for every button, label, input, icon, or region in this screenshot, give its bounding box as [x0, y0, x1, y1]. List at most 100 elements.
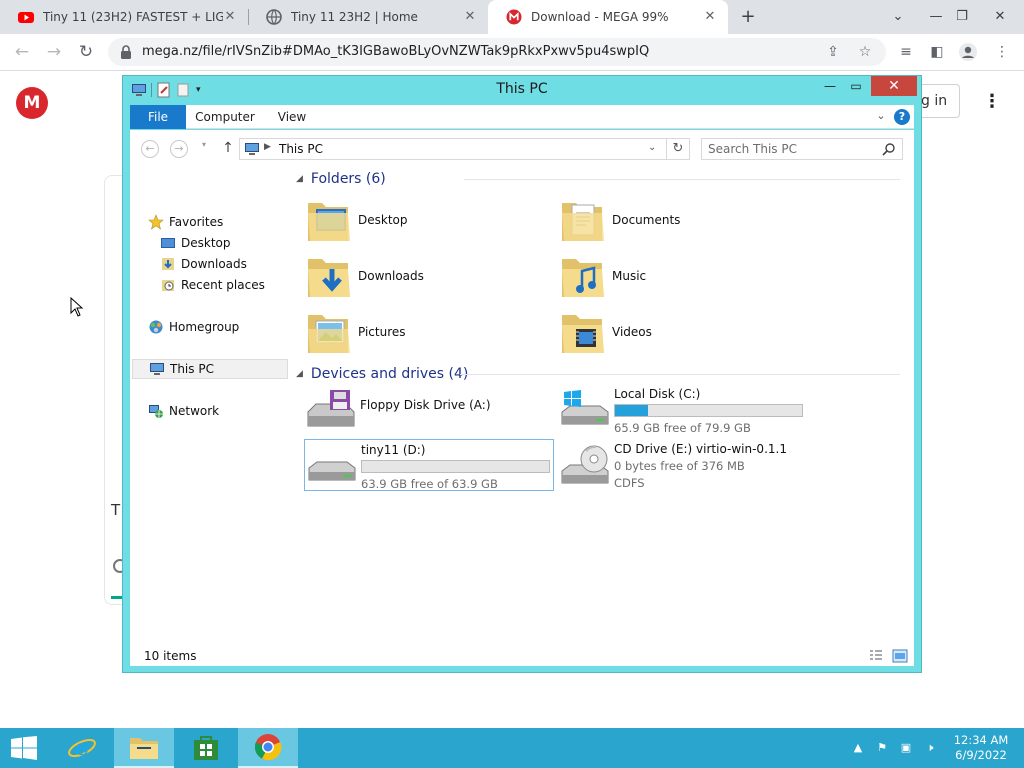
- media-queue-icon[interactable]: ≡: [896, 42, 916, 62]
- close-icon[interactable]: ✕: [462, 9, 478, 25]
- expand-ribbon-chevron-icon[interactable]: ⌄: [874, 109, 888, 123]
- drive-floppy-a[interactable]: Floppy Disk Drive (A:): [304, 384, 554, 436]
- youtube-icon: [18, 12, 34, 23]
- chrome-taskbar-button[interactable]: [238, 728, 298, 768]
- system-clock[interactable]: 12:34 AM 6/9/2022: [952, 733, 1010, 763]
- search-icon[interactable]: [882, 142, 896, 156]
- drive-local-c[interactable]: Local Disk (C:) 65.9 GB free of 79.9 GB: [558, 384, 812, 436]
- browser-toolbar: ← → ↻ mega.nz/file/rIVSnZib#DMAo_tK3IGBa…: [0, 34, 1024, 71]
- nav-this-pc[interactable]: This PC: [132, 359, 288, 379]
- folder-music[interactable]: Music: [560, 248, 646, 304]
- network-status-icon[interactable]: ▣: [898, 740, 914, 756]
- side-panel-icon[interactable]: ◧: [927, 42, 947, 62]
- back-arrow-icon[interactable]: ←: [10, 40, 34, 64]
- collapse-triangle-icon[interactable]: ◢: [296, 174, 303, 184]
- internet-explorer-taskbar-button[interactable]: e: [52, 728, 112, 768]
- chrome-menu-icon[interactable]: ⋮: [992, 42, 1012, 62]
- hard-drive-icon: [308, 461, 356, 481]
- nav-desktop[interactable]: Desktop: [160, 233, 231, 253]
- up-arrow-icon[interactable]: ↑: [220, 139, 236, 157]
- tab-tiny11-home[interactable]: Tiny 11 23H2 | Home ✕: [248, 0, 488, 34]
- recent-locations-chevron-icon[interactable]: ▾: [202, 140, 206, 149]
- address-bar[interactable]: mega.nz/file/rIVSnZib#DMAo_tK3IGBawoBLyO…: [108, 38, 886, 66]
- new-tab-button[interactable]: +: [738, 7, 758, 27]
- folder-downloads[interactable]: Downloads: [306, 248, 424, 304]
- nav-homegroup[interactable]: Homegroup: [148, 317, 239, 337]
- close-icon[interactable]: ✕: [222, 9, 238, 25]
- mega-logo[interactable]: M: [16, 87, 48, 119]
- tab-search-chevron-icon[interactable]: ⌄: [882, 0, 914, 34]
- content-pane: ◢ Folders (6) Desktop Documents Download…: [296, 168, 912, 646]
- refresh-icon[interactable]: ↻: [666, 138, 690, 160]
- downloads-folder-icon: [308, 259, 350, 297]
- close-icon[interactable]: ✕: [871, 76, 917, 96]
- share-icon[interactable]: ⇪: [824, 43, 842, 61]
- restore-icon[interactable]: ❐: [946, 0, 978, 34]
- drive-tiny11-d[interactable]: tiny11 (D:) 63.9 GB free of 63.9 GB: [304, 439, 554, 491]
- close-icon[interactable]: ✕: [702, 9, 718, 25]
- folder-pictures[interactable]: Pictures: [306, 304, 406, 360]
- folder-documents[interactable]: Documents: [560, 192, 680, 248]
- tab-title: Download - MEGA 99%: [531, 10, 669, 24]
- breadcrumb-this-pc[interactable]: This PC: [279, 142, 323, 156]
- devices-group-header[interactable]: ◢ Devices and drives (4): [296, 363, 906, 385]
- nav-recent-places[interactable]: Recent places: [160, 275, 265, 295]
- breadcrumb-chevron-icon[interactable]: ▶: [264, 142, 271, 152]
- back-arrow-icon[interactable]: ←: [141, 140, 159, 158]
- reload-icon[interactable]: ↻: [74, 40, 98, 64]
- forward-arrow-icon[interactable]: →: [42, 40, 66, 64]
- drive-usage-fill: [615, 405, 648, 416]
- status-bar: 10 items: [130, 646, 914, 666]
- drive-usage-bar: [614, 404, 803, 417]
- tab-file[interactable]: File: [130, 105, 186, 129]
- windows-start-icon[interactable]: [10, 736, 38, 760]
- folders-group-header[interactable]: ◢ Folders (6): [296, 168, 906, 190]
- browser-tab-strip: Tiny 11 (23H2) FASTEST + LIGHTWEIGHT ✕ T…: [0, 0, 1024, 34]
- internet-explorer-icon: e: [68, 735, 96, 761]
- tab-mega-download[interactable]: Download - MEGA 99% ✕: [488, 0, 728, 34]
- folder-label: Desktop: [358, 213, 408, 227]
- maximize-icon[interactable]: ▭: [845, 76, 867, 96]
- help-icon[interactable]: ?: [894, 109, 910, 125]
- forward-arrow-icon[interactable]: →: [170, 140, 188, 158]
- explorer-titlebar[interactable]: ▾ This PC — ▭ ✕: [123, 76, 921, 104]
- mega-menu-icon[interactable]: ⋮: [982, 92, 1002, 112]
- address-dropdown-chevron-icon[interactable]: ⌄: [648, 142, 656, 153]
- nav-downloads[interactable]: Downloads: [160, 254, 247, 274]
- music-folder-icon: [562, 259, 604, 297]
- lock-icon[interactable]: [120, 45, 132, 59]
- minimize-icon[interactable]: —: [819, 76, 841, 96]
- nav-favorites[interactable]: Favorites: [148, 212, 223, 232]
- details-view-icon[interactable]: [868, 648, 884, 664]
- folder-desktop[interactable]: Desktop: [306, 192, 408, 248]
- nav-network[interactable]: Network: [148, 401, 219, 421]
- volume-muted-icon[interactable]: 🕨: [922, 740, 938, 756]
- nav-label: Network: [169, 404, 220, 418]
- tab-title: Tiny 11 23H2 | Home: [291, 10, 418, 24]
- bookmark-star-icon[interactable]: ☆: [856, 43, 874, 61]
- tab-computer[interactable]: Computer: [192, 105, 258, 129]
- profile-avatar-icon[interactable]: [958, 42, 978, 62]
- drive-name: CD Drive (E:) virtio-win-0.1.1: [614, 442, 787, 456]
- pictures-folder-icon: [308, 315, 350, 353]
- address-bar[interactable]: ▶ This PC ⌄: [239, 138, 690, 160]
- action-center-flag-icon[interactable]: ⚑: [874, 740, 890, 756]
- drive-free-space: 0 bytes free of 376 MB: [614, 459, 745, 473]
- store-taskbar-button[interactable]: [176, 728, 236, 768]
- star-icon: [148, 214, 164, 230]
- close-window-icon[interactable]: ✕: [984, 0, 1016, 34]
- large-icons-view-icon[interactable]: [892, 648, 908, 664]
- navigation-bar: ← → ▾ ↑ ▶ This PC ⌄ ↻: [130, 130, 914, 168]
- tab-youtube[interactable]: Tiny 11 (23H2) FASTEST + LIGHTWEIGHT ✕: [0, 0, 248, 34]
- file-explorer-taskbar-button[interactable]: [114, 728, 174, 768]
- show-hidden-icons-icon[interactable]: ▲: [850, 740, 866, 756]
- mega-icon: [506, 9, 522, 25]
- tab-view[interactable]: View: [270, 105, 314, 129]
- drive-name: Local Disk (C:): [614, 387, 701, 401]
- search-box: [701, 138, 903, 160]
- folder-videos[interactable]: Videos: [560, 304, 652, 360]
- drive-cd-e[interactable]: CD Drive (E:) virtio-win-0.1.1 0 bytes f…: [558, 439, 812, 491]
- search-input[interactable]: [708, 142, 878, 156]
- collapse-triangle-icon[interactable]: ◢: [296, 369, 303, 379]
- drive-name: tiny11 (D:): [361, 443, 426, 457]
